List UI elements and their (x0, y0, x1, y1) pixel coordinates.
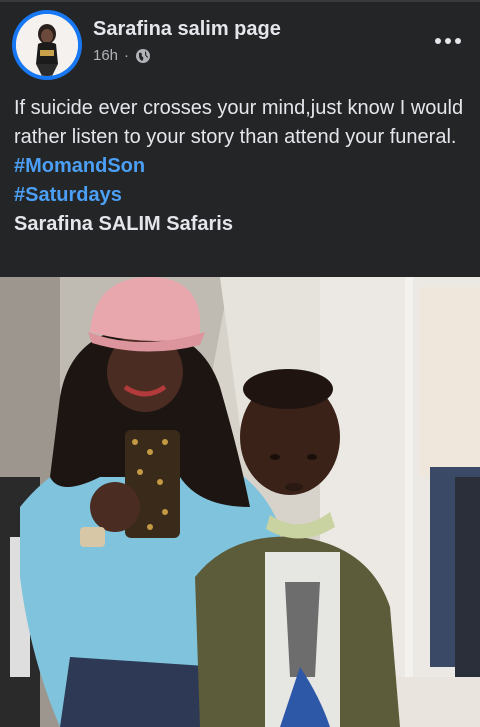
page-name[interactable]: Sarafina salim page (93, 18, 281, 41)
post-photo[interactable] (0, 277, 480, 727)
post-header: Sarafina salim page 16h · (0, 2, 480, 86)
more-options-button[interactable] (430, 26, 466, 56)
post-tagline: Sarafina SALIM Safaris (14, 213, 233, 235)
hashtag-momandson[interactable]: #MomandSon (14, 152, 470, 181)
more-horizontal-icon (435, 38, 441, 44)
page-avatar[interactable] (12, 10, 82, 80)
hashtag-saturdays[interactable]: #Saturdays (14, 181, 470, 210)
meta-separator: · (124, 47, 130, 64)
post-timestamp[interactable]: 16h (93, 47, 118, 64)
post-meta: 16h · (93, 47, 151, 64)
post-body: If suicide ever crosses your mind,just k… (14, 94, 470, 239)
post-message: If suicide ever crosses your mind,just k… (14, 97, 464, 148)
globe-icon (136, 48, 151, 63)
